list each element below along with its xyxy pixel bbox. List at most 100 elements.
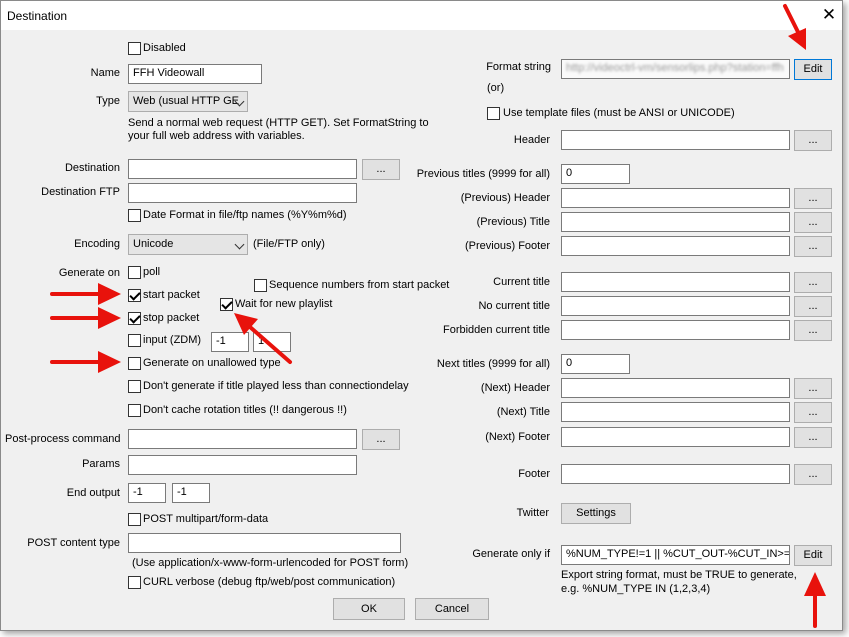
poll-label: poll — [143, 266, 161, 278]
use-template-checkbox[interactable] — [487, 107, 500, 120]
input-zdm-value-2[interactable]: 1 — [253, 332, 291, 352]
forbidden-current-title-input[interactable] — [561, 320, 790, 340]
dont-generate-checkbox[interactable] — [128, 380, 141, 393]
format-string-value: http://videoctrl-vm/sensorlips.php?stati… — [566, 62, 784, 74]
sequence-numbers-checkbox[interactable] — [254, 279, 267, 292]
dont-cache-label: Don't cache rotation titles (!! dangerou… — [143, 404, 347, 416]
prev-title-browse-button[interactable]: ... — [794, 212, 832, 233]
header-input[interactable] — [561, 130, 790, 150]
prev-header-label: (Previous) Header — [460, 192, 550, 204]
next-titles-input[interactable]: 0 — [561, 354, 630, 374]
unallowed-type-checkbox[interactable] — [128, 357, 141, 370]
encoding-select[interactable]: Unicode — [128, 234, 248, 255]
stop-packet-label: stop packet — [143, 312, 200, 324]
generate-only-if-input[interactable]: %NUM_TYPE!=1 || %CUT_OUT-%CUT_IN>= — [561, 545, 790, 565]
destination-label: Destination — [64, 162, 120, 174]
input-zdm-checkbox[interactable] — [128, 334, 141, 347]
date-format-checkbox[interactable] — [128, 209, 141, 222]
next-footer-browse-button[interactable]: ... — [794, 427, 832, 448]
prev-footer-input[interactable] — [561, 236, 790, 256]
curl-verbose-label: CURL verbose (debug ftp/web/post communi… — [143, 576, 396, 588]
header-label: Header — [513, 134, 550, 146]
wait-playlist-checkbox[interactable] — [220, 298, 233, 311]
format-string-label: Format string — [486, 61, 551, 73]
twitter-settings-button[interactable]: Settings — [561, 503, 631, 524]
next-header-browse-button[interactable]: ... — [794, 378, 832, 399]
footer-browse-button[interactable]: ... — [794, 464, 832, 485]
encoding-note: (File/FTP only) — [253, 238, 325, 250]
current-title-browse-button[interactable]: ... — [794, 272, 832, 293]
destination-input[interactable] — [128, 159, 357, 179]
name-input[interactable]: FFH Videowall — [128, 64, 262, 84]
post-multipart-label: POST multipart/form-data — [143, 513, 269, 525]
window-title: Destination — [7, 9, 68, 23]
format-string-edit-button[interactable]: Edit — [794, 59, 832, 80]
or-label: (or) — [487, 82, 505, 94]
previous-titles-label: Previous titles (9999 for all) — [416, 168, 550, 180]
post-process-browse-button[interactable]: ... — [362, 429, 400, 450]
disabled-checkbox[interactable] — [128, 42, 141, 55]
next-title-label: (Next) Title — [496, 406, 550, 418]
next-footer-label: (Next) Footer — [485, 431, 550, 443]
params-input[interactable] — [128, 455, 357, 475]
destination-dialog: Destination ✕ Disabled Name FFH Videowal… — [0, 0, 843, 631]
next-header-input[interactable] — [561, 378, 790, 398]
destination-ftp-label: Destination FTP — [41, 186, 120, 198]
next-titles-label: Next titles (9999 for all) — [436, 358, 550, 370]
type-select[interactable]: Web (usual HTTP GE — [128, 91, 248, 112]
next-title-browse-button[interactable]: ... — [794, 402, 832, 423]
prev-footer-label: (Previous) Footer — [465, 240, 550, 252]
encoding-select-value: Unicode — [133, 238, 174, 250]
start-packet-checkbox[interactable] — [128, 289, 141, 302]
export-note-line-1: Export string format, must be TRUE to ge… — [561, 569, 797, 581]
end-output-value-1[interactable]: -1 — [128, 483, 166, 503]
previous-titles-input[interactable]: 0 — [561, 164, 630, 184]
footer-input[interactable] — [561, 464, 790, 484]
no-current-title-label: No current title — [478, 300, 550, 312]
post-content-type-input[interactable] — [128, 533, 401, 553]
forbidden-current-title-browse-button[interactable]: ... — [794, 320, 832, 341]
destination-browse-button[interactable]: ... — [362, 159, 400, 180]
post-process-label: Post-process command — [5, 433, 121, 445]
use-template-label: Use template files (must be ANSI or UNIC… — [503, 107, 735, 119]
stop-packet-checkbox[interactable] — [128, 312, 141, 325]
unallowed-type-label: Generate on unallowed type — [143, 357, 281, 369]
name-label: Name — [90, 67, 120, 79]
twitter-label: Twitter — [516, 507, 549, 519]
post-process-input[interactable] — [128, 429, 357, 449]
post-content-hint: (Use application/x-www-form-urlencoded f… — [132, 557, 409, 569]
next-footer-input[interactable] — [561, 427, 790, 447]
curl-verbose-checkbox[interactable] — [128, 576, 141, 589]
generate-only-if-edit-button[interactable]: Edit — [794, 545, 832, 566]
prev-header-browse-button[interactable]: ... — [794, 188, 832, 209]
type-description-line-2: your full web address with variables. — [128, 130, 305, 142]
poll-checkbox[interactable] — [128, 266, 141, 279]
input-zdm-label: input (ZDM) — [143, 334, 202, 346]
end-output-label: End output — [66, 487, 120, 499]
prev-title-input[interactable] — [561, 212, 790, 232]
params-label: Params — [82, 458, 120, 470]
wait-playlist-label: Wait for new playlist — [235, 298, 333, 310]
no-current-title-input[interactable] — [561, 296, 790, 316]
type-select-value: Web (usual HTTP GE — [133, 95, 239, 107]
date-format-label: Date Format in file/ftp names (%Y%m%d) — [143, 209, 347, 221]
prev-title-label: (Previous) Title — [476, 216, 550, 228]
prev-header-input[interactable] — [561, 188, 790, 208]
close-icon[interactable]: ✕ — [819, 3, 839, 27]
current-title-input[interactable] — [561, 272, 790, 292]
end-output-value-2[interactable]: -1 — [172, 483, 210, 503]
forbidden-current-title-label: Forbidden current title — [443, 324, 550, 336]
header-browse-button[interactable]: ... — [794, 130, 832, 151]
next-title-input[interactable] — [561, 402, 790, 422]
cancel-button[interactable]: Cancel — [415, 598, 489, 620]
input-zdm-value-1[interactable]: -1 — [211, 332, 249, 352]
generate-only-if-label: Generate only if — [472, 548, 550, 560]
dont-cache-checkbox[interactable] — [128, 404, 141, 417]
prev-footer-browse-button[interactable]: ... — [794, 236, 832, 257]
next-header-label: (Next) Header — [480, 382, 550, 394]
destination-ftp-input[interactable] — [128, 183, 357, 203]
no-current-title-browse-button[interactable]: ... — [794, 296, 832, 317]
format-string-input[interactable]: http://videoctrl-vm/sensorlips.php?stati… — [561, 59, 790, 79]
post-multipart-checkbox[interactable] — [128, 513, 141, 526]
ok-button[interactable]: OK — [333, 598, 405, 620]
